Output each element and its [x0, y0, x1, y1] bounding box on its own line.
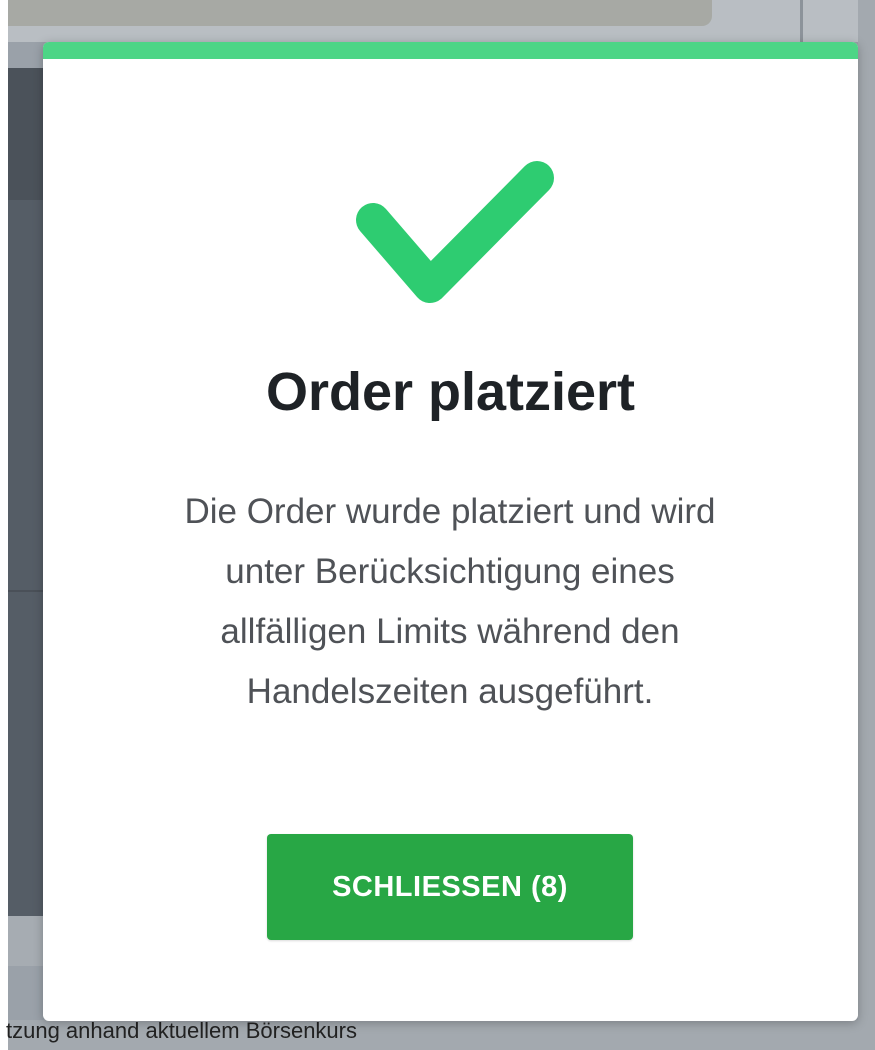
- dialog-accent-bar: [43, 42, 858, 59]
- background-divider: [800, 0, 803, 42]
- dialog-message: Die Order wurde platziert und wird unter…: [184, 492, 716, 711]
- background-left-edge: [0, 0, 8, 1050]
- close-button[interactable]: SCHLIESSEN (8): [267, 834, 633, 940]
- background-right-column: [858, 0, 875, 1050]
- background-footer-text: tzung anhand aktuellem Börsenkurs: [6, 1018, 357, 1043]
- dialog-title: Order platziert: [265, 362, 636, 422]
- background-search-field: [0, 0, 712, 26]
- order-success-dialog: Order platziert Die Order wurde platzier…: [43, 42, 858, 1021]
- checkmark-icon: [356, 161, 554, 303]
